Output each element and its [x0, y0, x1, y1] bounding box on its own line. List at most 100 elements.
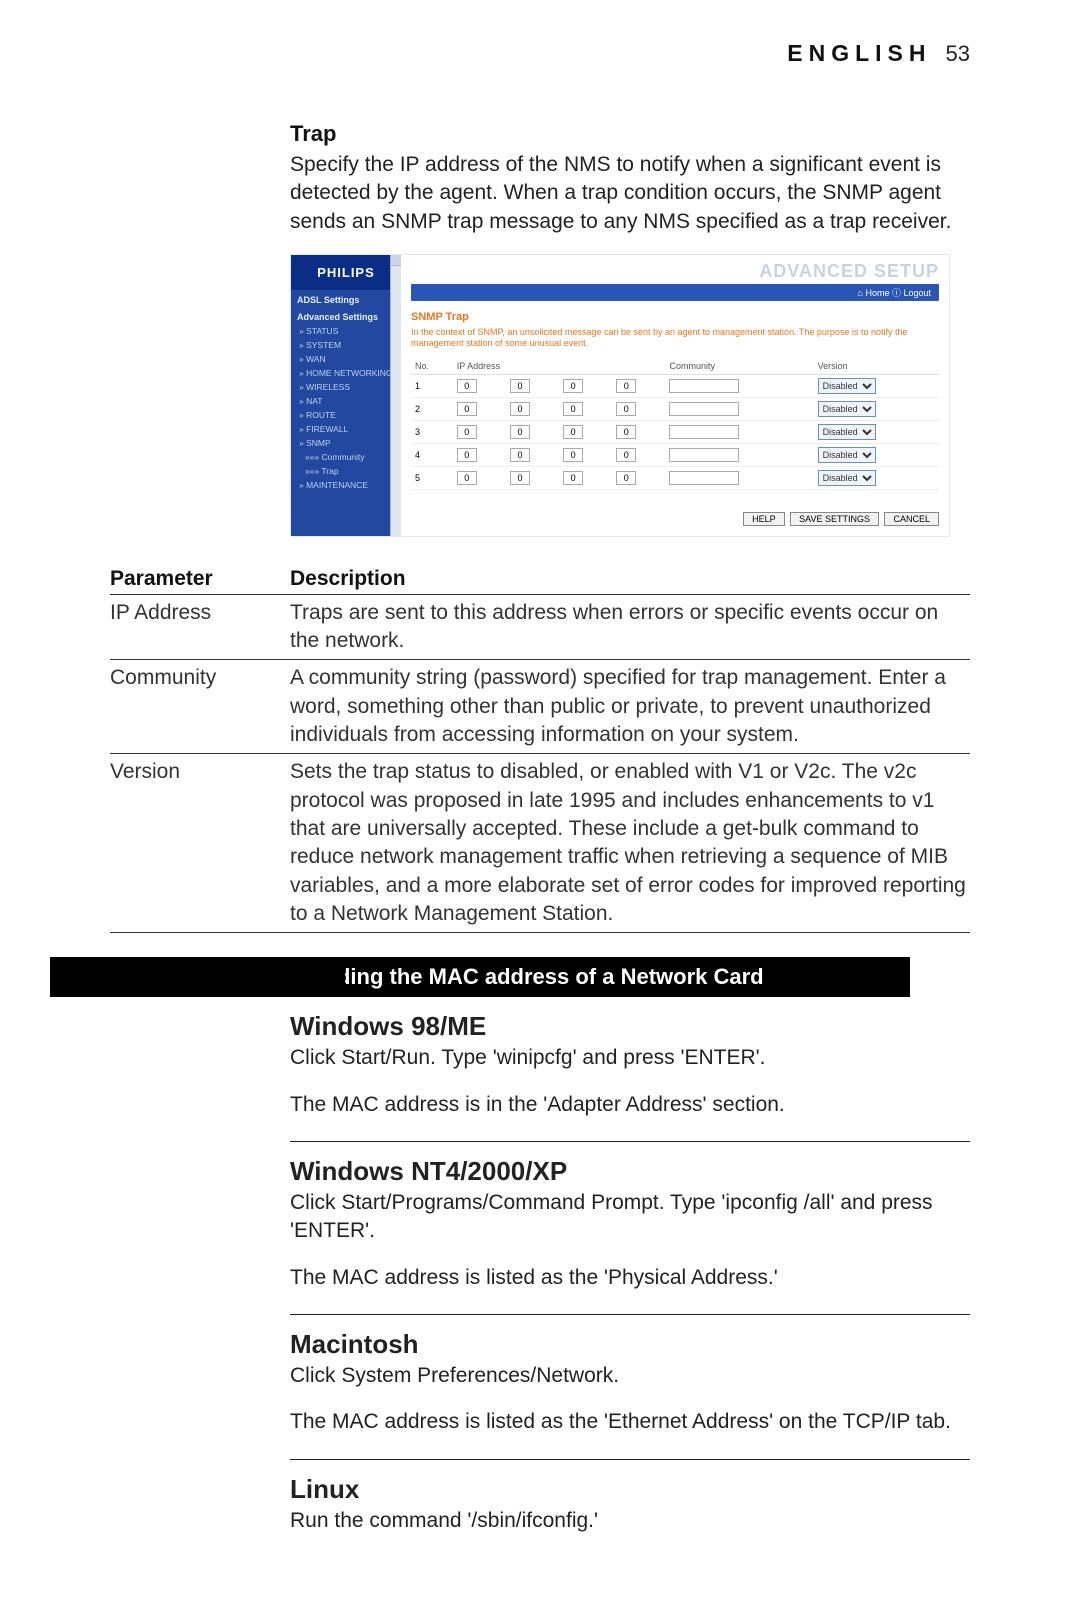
- param-header-description: Description: [290, 567, 406, 591]
- ip-octet-input[interactable]: [563, 448, 583, 462]
- os-text: Click System Preferences/Network.: [290, 1362, 970, 1390]
- os-section: Windows 98/ME Click Start/Run. Type 'win…: [50, 1011, 1030, 1535]
- param-row-ip: IP Address Traps are sent to this addres…: [110, 594, 970, 660]
- version-select[interactable]: Disabled: [818, 424, 876, 440]
- param-name: Community: [110, 664, 290, 749]
- router-topbar[interactable]: ⌂ Home ⓘ Logout: [411, 284, 939, 301]
- ip-octet-input[interactable]: [563, 379, 583, 393]
- col-version: Version: [814, 358, 939, 375]
- trap-no: 4: [411, 443, 453, 466]
- ip-octet-input[interactable]: [510, 402, 530, 416]
- ip-octet-input[interactable]: [616, 402, 636, 416]
- community-input[interactable]: [669, 402, 739, 416]
- trap-row: 4 Disabled: [411, 443, 939, 466]
- trap-no: 2: [411, 397, 453, 420]
- parameter-table-head: Parameter Description: [110, 563, 970, 594]
- router-main-title: ADVANCED SETUP: [411, 261, 939, 282]
- param-row-version: Version Sets the trap status to disabled…: [110, 753, 970, 933]
- trap-row: 3 Disabled: [411, 420, 939, 443]
- header-language: ENGLISH: [787, 40, 931, 67]
- cancel-button[interactable]: CANCEL: [884, 512, 939, 526]
- community-input[interactable]: [669, 425, 739, 439]
- trap-no: 3: [411, 420, 453, 443]
- trap-no: 1: [411, 374, 453, 397]
- sidebar-scrollbar[interactable]: [390, 255, 401, 536]
- ip-octet-input[interactable]: [616, 425, 636, 439]
- router-sidebar: PHILIPS ADSL Settings Advanced Settings …: [291, 255, 401, 536]
- trap-no: 5: [411, 466, 453, 489]
- os-text: Click Start/Programs/Command Prompt. Typ…: [290, 1189, 970, 1246]
- ip-octet-input[interactable]: [457, 471, 477, 485]
- ip-octet-input[interactable]: [616, 471, 636, 485]
- snmp-trap-table: No. IP Address Community Version 1Disabl…: [411, 358, 939, 490]
- version-select[interactable]: Disabled: [818, 401, 876, 417]
- sidebar-item-wireless[interactable]: » WIRELESS: [291, 380, 401, 394]
- sidebar-item-nat[interactable]: » NAT: [291, 394, 401, 408]
- param-header-parameter: Parameter: [110, 567, 290, 591]
- community-input[interactable]: [669, 379, 739, 393]
- sidebar-subitem-trap[interactable]: »»» Trap: [291, 464, 401, 478]
- sidebar-section-advanced: Advanced Settings: [291, 307, 401, 324]
- snmp-trap-description: In the context of SNMP, an unsolicited m…: [411, 327, 939, 350]
- trap-row: 1 Disabled: [411, 374, 939, 397]
- ip-octet-input[interactable]: [457, 425, 477, 439]
- trap-body: Specify the IP address of the NMS to not…: [290, 151, 970, 236]
- snmp-trap-heading: SNMP Trap: [411, 311, 939, 323]
- ip-octet-input[interactable]: [510, 448, 530, 462]
- version-select[interactable]: Disabled: [818, 470, 876, 486]
- os-text: The MAC address is listed as the 'Ethern…: [290, 1408, 970, 1436]
- sidebar-item-route[interactable]: » ROUTE: [291, 408, 401, 422]
- help-button[interactable]: HELP: [743, 512, 785, 526]
- page: ENGLISH 53 Trap Specify the IP address o…: [0, 0, 1080, 1605]
- router-main: ADVANCED SETUP ⌂ Home ⓘ Logout SNMP Trap…: [401, 255, 949, 536]
- divider: [290, 1314, 970, 1315]
- param-name: Version: [110, 758, 290, 928]
- trap-title: Trap: [290, 121, 970, 147]
- ip-octet-input[interactable]: [457, 379, 477, 393]
- version-select[interactable]: Disabled: [818, 447, 876, 463]
- sidebar-item-snmp[interactable]: » SNMP: [291, 436, 401, 450]
- black-bar-left: [50, 957, 345, 997]
- sidebar-item-home-networking[interactable]: » HOME NETWORKING: [291, 366, 401, 380]
- ip-octet-input[interactable]: [616, 448, 636, 462]
- divider: [290, 1459, 970, 1460]
- section-finding-mac: Finding the MAC address of a Network Car…: [290, 957, 910, 997]
- version-select[interactable]: Disabled: [818, 378, 876, 394]
- sidebar-item-system[interactable]: » SYSTEM: [291, 338, 401, 352]
- os-title-macintosh: Macintosh: [290, 1329, 970, 1360]
- sidebar-subitem-community[interactable]: »»» Community: [291, 450, 401, 464]
- ip-octet-input[interactable]: [510, 471, 530, 485]
- os-text: The MAC address is listed as the 'Physic…: [290, 1264, 970, 1292]
- param-desc: A community string (password) specified …: [290, 664, 970, 749]
- sidebar-item-maintenance[interactable]: » MAINTENANCE: [291, 478, 401, 492]
- ip-octet-input[interactable]: [457, 448, 477, 462]
- os-text: Run the command '/sbin/ifconfig.': [290, 1507, 970, 1535]
- sidebar-item-status[interactable]: » STATUS: [291, 324, 401, 338]
- param-row-community: Community A community string (password) …: [110, 659, 970, 753]
- parameter-table: Parameter Description IP Address Traps a…: [110, 563, 970, 934]
- divider: [290, 1141, 970, 1142]
- router-buttons: HELP SAVE SETTINGS CANCEL: [411, 512, 939, 526]
- trap-row: 2 Disabled: [411, 397, 939, 420]
- trap-row: 5 Disabled: [411, 466, 939, 489]
- ip-octet-input[interactable]: [616, 379, 636, 393]
- content-col: Trap Specify the IP address of the NMS t…: [50, 121, 1030, 537]
- ip-octet-input[interactable]: [563, 402, 583, 416]
- ip-octet-input[interactable]: [563, 471, 583, 485]
- sidebar-item-wan[interactable]: » WAN: [291, 352, 401, 366]
- community-input[interactable]: [669, 471, 739, 485]
- router-screenshot: PHILIPS ADSL Settings Advanced Settings …: [290, 254, 950, 537]
- os-text: The MAC address is in the 'Adapter Addre…: [290, 1091, 970, 1119]
- header-page-number: 53: [946, 41, 970, 67]
- save-settings-button[interactable]: SAVE SETTINGS: [790, 512, 879, 526]
- col-community: Community: [665, 358, 813, 375]
- sidebar-section-adsl: ADSL Settings: [291, 290, 401, 307]
- ip-octet-input[interactable]: [510, 379, 530, 393]
- ip-octet-input[interactable]: [457, 402, 477, 416]
- ip-octet-input[interactable]: [563, 425, 583, 439]
- os-title-linux: Linux: [290, 1474, 970, 1505]
- sidebar-item-firewall[interactable]: » FIREWALL: [291, 422, 401, 436]
- router-logo: PHILIPS: [291, 255, 401, 290]
- community-input[interactable]: [669, 448, 739, 462]
- ip-octet-input[interactable]: [510, 425, 530, 439]
